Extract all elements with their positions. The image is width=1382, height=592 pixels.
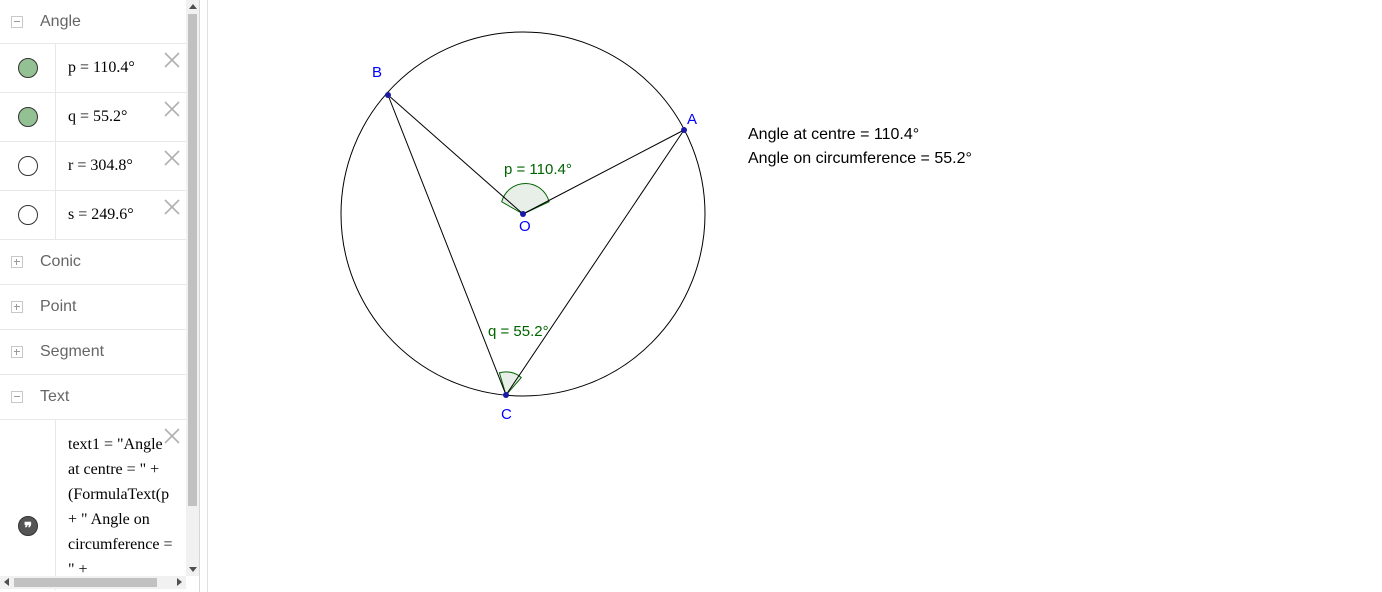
visibility-toggle-p[interactable] xyxy=(18,58,38,78)
group-header-text[interactable]: Text xyxy=(0,375,186,420)
scroll-up-icon[interactable] xyxy=(189,4,197,9)
item-marker xyxy=(0,93,56,141)
algebra-item-text1[interactable]: ❞ text1 = "Angle at centre = " + (Formul… xyxy=(0,420,186,590)
algebra-item-s[interactable]: s = 249.6° xyxy=(0,191,186,240)
angle-sector-q[interactable] xyxy=(498,371,523,397)
group-header-conic[interactable]: Conic xyxy=(0,240,186,285)
point-O[interactable] xyxy=(520,211,526,217)
algebra-view: Angle p = 110.4° q = 55.2° r = 304.8° s … xyxy=(0,0,200,592)
point-label-A: A xyxy=(687,111,697,128)
group-label-text: Text xyxy=(40,388,70,405)
scroll-left-icon[interactable] xyxy=(4,578,9,586)
close-icon[interactable] xyxy=(164,150,180,166)
scroll-thumb[interactable] xyxy=(188,14,197,506)
collapse-icon[interactable] xyxy=(11,15,23,28)
group-header-segment[interactable]: Segment xyxy=(0,330,186,375)
algebra-list: Angle p = 110.4° q = 55.2° r = 304.8° s … xyxy=(0,0,186,590)
scroll-down-icon[interactable] xyxy=(189,567,197,572)
group-header-point[interactable]: Point xyxy=(0,285,186,330)
text1-line: (FormulaText(p xyxy=(68,486,170,503)
expand-icon[interactable] xyxy=(11,346,23,358)
quote-icon[interactable]: ❞ xyxy=(18,516,38,537)
expand-icon[interactable] xyxy=(11,256,23,268)
visibility-toggle-q[interactable] xyxy=(18,107,38,127)
expand-icon[interactable] xyxy=(11,301,23,313)
text1-line1[interactable]: Angle at centre = 110.4° xyxy=(748,126,919,144)
text1-line: circumference = xyxy=(68,536,173,553)
visibility-toggle-s[interactable] xyxy=(18,205,38,225)
segment-BC[interactable] xyxy=(387,94,507,396)
angle-sector-p[interactable] xyxy=(501,182,550,215)
text1-line: at centre = " + xyxy=(68,461,160,478)
close-icon[interactable] xyxy=(164,101,180,117)
scroll-right-icon[interactable] xyxy=(177,578,182,586)
group-label-point: Point xyxy=(40,298,77,315)
graphics-view[interactable]: A B C O p = 110.4° q = 55.2° Angle at ce… xyxy=(207,0,1382,592)
algebra-item-q[interactable]: q = 55.2° xyxy=(0,93,186,142)
item-marker xyxy=(0,44,56,92)
item-marker: ❞ xyxy=(0,420,56,590)
group-label-segment: Segment xyxy=(40,343,105,360)
group-label-angle: Angle xyxy=(40,12,81,30)
scroll-thumb[interactable] xyxy=(14,578,157,587)
item-formula-p[interactable]: p = 110.4° xyxy=(68,59,135,77)
point-B[interactable] xyxy=(385,92,391,98)
segment-OB[interactable] xyxy=(387,94,524,215)
item-formula-q[interactable]: q = 55.2° xyxy=(68,108,127,126)
item-marker xyxy=(0,191,56,239)
text1-line2[interactable]: Angle on circumference = 55.2° xyxy=(748,150,972,168)
close-icon[interactable] xyxy=(164,199,180,215)
algebra-item-r[interactable]: r = 304.8° xyxy=(0,142,186,191)
geogebra-app: Angle p = 110.4° q = 55.2° r = 304.8° s … xyxy=(0,0,1382,592)
angle-label-q: q = 55.2° xyxy=(488,323,549,340)
close-icon[interactable] xyxy=(164,428,180,444)
group-label-conic: Conic xyxy=(40,253,81,270)
graphics-canvas[interactable]: A B C O p = 110.4° q = 55.2° xyxy=(208,0,1382,592)
point-C[interactable] xyxy=(503,392,509,398)
horizontal-scrollbar[interactable] xyxy=(0,576,186,589)
item-formula-text1[interactable]: text1 = "Angle at centre = " + (FormulaT… xyxy=(68,432,186,582)
vertical-scrollbar[interactable] xyxy=(186,0,199,576)
collapse-icon[interactable] xyxy=(11,391,23,403)
angle-label-p: p = 110.4° xyxy=(504,161,572,178)
item-formula-r[interactable]: r = 304.8° xyxy=(68,157,133,175)
item-marker xyxy=(0,142,56,190)
point-label-O: O xyxy=(519,218,531,235)
item-formula-s[interactable]: s = 249.6° xyxy=(68,206,134,224)
group-header-angle[interactable]: Angle xyxy=(0,0,186,44)
point-label-B: B xyxy=(372,64,382,81)
close-icon[interactable] xyxy=(164,52,180,68)
text1-line: + " Angle on xyxy=(68,511,150,528)
point-label-C: C xyxy=(501,406,512,423)
algebra-item-p[interactable]: p = 110.4° xyxy=(0,44,186,93)
visibility-toggle-r[interactable] xyxy=(18,156,38,176)
